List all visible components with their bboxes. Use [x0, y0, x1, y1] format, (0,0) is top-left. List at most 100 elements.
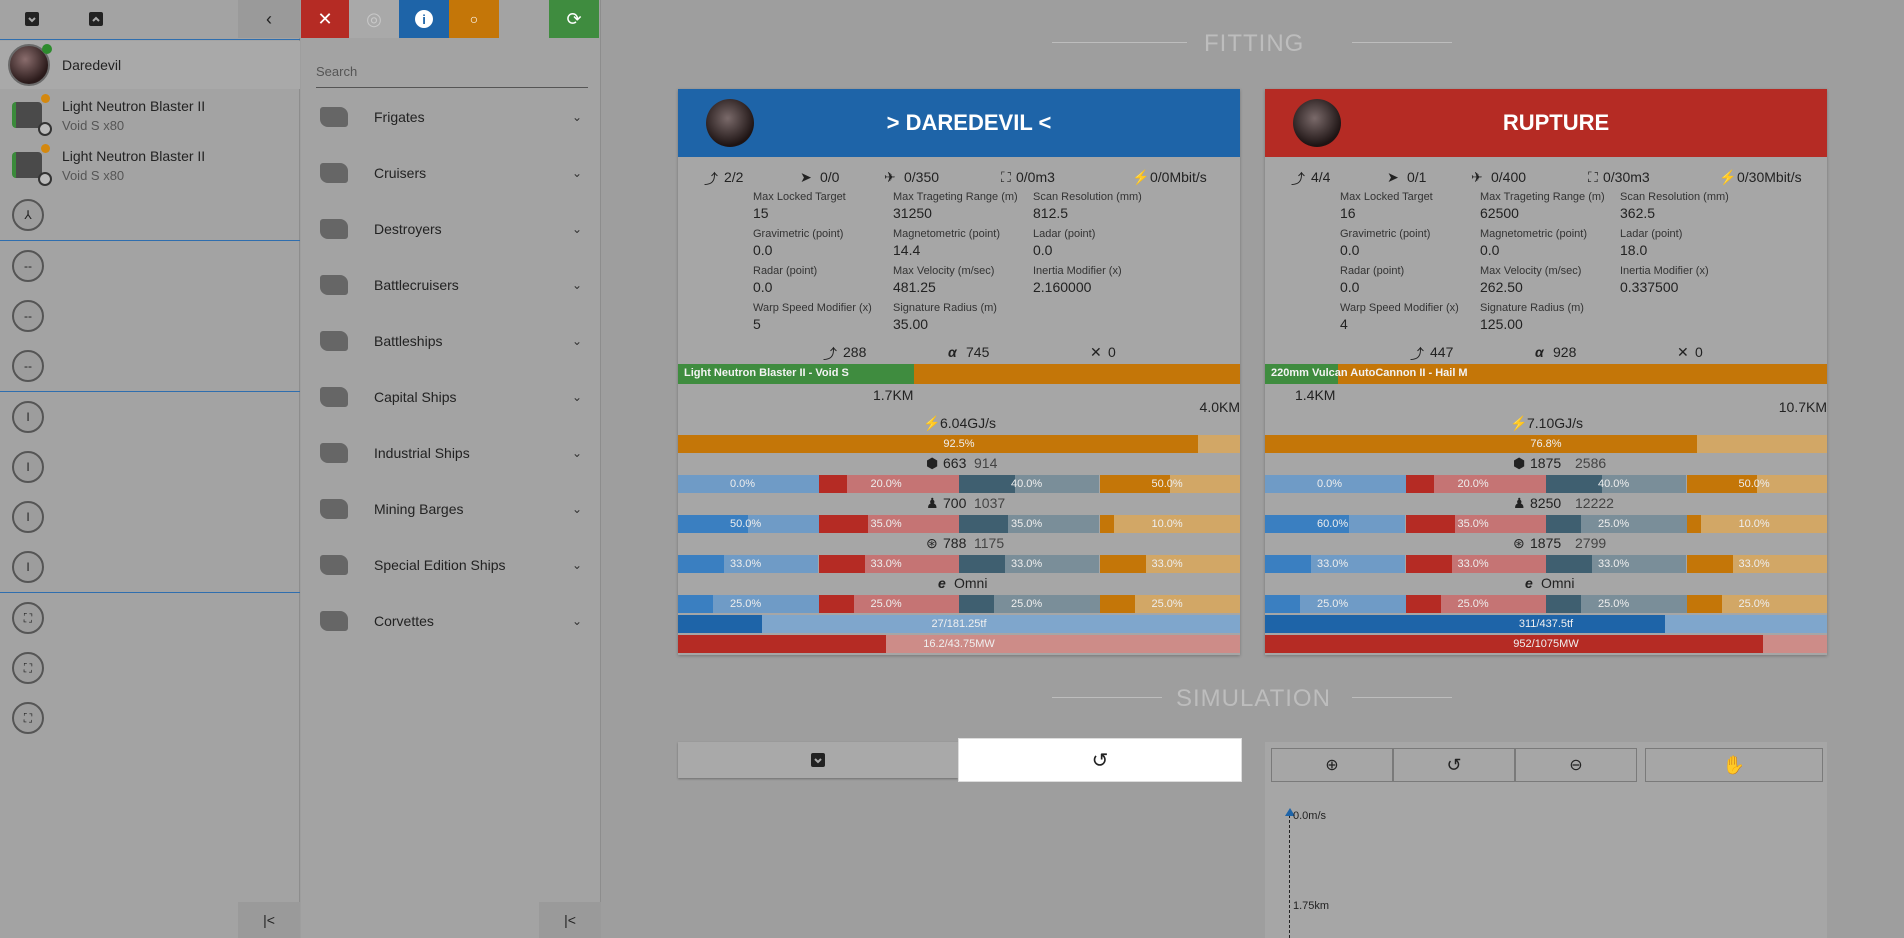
- stat-label: Ladar (point): [1033, 228, 1096, 240]
- mid-slot-2[interactable]: --: [0, 291, 300, 341]
- shield-ehp: 2586: [1575, 455, 1607, 471]
- turret-icon: ⤴: [1410, 346, 1424, 362]
- mid-slot-1[interactable]: --: [0, 241, 300, 291]
- stat-item: Gravimetric (point) 0.0: [753, 228, 843, 258]
- armor-hp: 8250: [1530, 495, 1562, 511]
- stat-item: Max Locked Target 16: [1340, 191, 1433, 221]
- mid-slot-3[interactable]: --: [0, 341, 300, 391]
- stat-value: 812.5: [1033, 205, 1069, 221]
- first-page-icon[interactable]: |<: [238, 902, 300, 938]
- power-bar: 952/1075MW: [1265, 635, 1827, 653]
- drone-bay: 0/400: [1491, 169, 1527, 185]
- info-icon: i: [415, 10, 433, 28]
- category-battlecruisers[interactable]: Battlecruisers ⌄: [312, 257, 590, 313]
- archive-down-icon[interactable]: [14, 0, 50, 38]
- stat-value: 481.25: [893, 279, 936, 295]
- zoom-out-button[interactable]: ⊖: [1515, 748, 1637, 782]
- drone-dps-value: 0: [1108, 344, 1116, 360]
- low-slot-4[interactable]: I: [0, 542, 300, 592]
- stat-item: Inertia Modifier (x) 0.337500: [1620, 265, 1709, 295]
- resist-pct: 33.0%: [730, 558, 762, 570]
- refresh-button[interactable]: ⟳: [549, 0, 599, 38]
- sync-icon: ⟳: [566, 8, 582, 29]
- resist-fill: [1265, 555, 1312, 573]
- target-icon: ◎: [366, 8, 382, 29]
- stat-value: 4: [1340, 316, 1348, 332]
- category-capital-ships[interactable]: Capital Ships ⌄: [312, 369, 590, 425]
- resist-remaining: [846, 475, 959, 493]
- stat-value: 14.4: [893, 242, 921, 258]
- sim-save-button[interactable]: [678, 742, 958, 778]
- ship-card: > DAREDEVIL < ⤴ 2/2 ➤ 0/0 ✈ 0/350 ⛶ 0/0m3 ⚡ 0…: [678, 89, 1240, 655]
- high-slot-2[interactable]: Light Neutron Blaster II Void S x80: [0, 141, 300, 189]
- stat-value: 125.00: [1480, 316, 1523, 332]
- sim-reset-button[interactable]: ↺: [958, 738, 1242, 782]
- close-button[interactable]: ✕: [301, 0, 349, 38]
- category-industrial-ships[interactable]: Industrial Ships ⌄: [312, 425, 590, 481]
- stat-label: Max Trageting Range (m): [893, 191, 1018, 203]
- hull-ehp: 2799: [1575, 535, 1607, 551]
- ship-icon: [320, 163, 348, 183]
- first-page-icon[interactable]: |<: [539, 902, 601, 938]
- rig-slot-icon: ⛶: [12, 602, 44, 634]
- capacitor-rate: 7.10GJ/s: [1527, 415, 1584, 431]
- reset-zoom-button[interactable]: ↺: [1393, 748, 1515, 782]
- weapon-label: Light Neutron Blaster II - Void S: [684, 367, 849, 379]
- ship-title[interactable]: RUPTURE: [1265, 110, 1827, 136]
- turret-count: 2/2: [724, 169, 744, 185]
- pan-button[interactable]: ✋: [1645, 748, 1823, 782]
- chevron-down-icon: ⌄: [571, 446, 582, 460]
- category-frigates[interactable]: Frigates ⌄: [312, 89, 590, 145]
- turret-icon: ⤴: [823, 346, 837, 362]
- module-name: Light Neutron Blaster II: [62, 97, 206, 114]
- resist-pct: 25.0%: [1151, 598, 1183, 610]
- shield-hp: 1875: [1530, 455, 1562, 471]
- weapon-range-bar[interactable]: Light Neutron Blaster II - Void S: [678, 364, 1240, 384]
- rig-slot-1[interactable]: ⛶: [0, 593, 300, 643]
- archive-up-icon[interactable]: [78, 0, 114, 38]
- drone-capacity: 0/0m3: [1016, 169, 1055, 185]
- category-label: Battleships: [374, 333, 443, 349]
- ship-title[interactable]: > DAREDEVIL <: [678, 110, 1240, 136]
- info-button[interactable]: i: [399, 0, 449, 38]
- high-slot-1[interactable]: Light Neutron Blaster II Void S x80: [0, 91, 300, 139]
- category-battleships[interactable]: Battleships ⌄: [312, 313, 590, 369]
- launcher-icon: ➤: [1387, 169, 1399, 185]
- rig-slot-2[interactable]: ⛶: [0, 643, 300, 693]
- falloff-range: 4.0KM: [1199, 399, 1240, 415]
- category-corvettes[interactable]: Corvettes ⌄: [312, 593, 590, 649]
- high-slot-empty[interactable]: ⅄: [0, 191, 300, 239]
- weapon-range-bar[interactable]: 220mm Vulcan AutoCannon II - Hail M: [1265, 364, 1827, 384]
- low-slot-3[interactable]: I: [0, 492, 300, 542]
- circle-button[interactable]: ○: [449, 0, 499, 38]
- category-special-edition-ships[interactable]: Special Edition Ships ⌄: [312, 537, 590, 593]
- resist-pct: 25.0%: [1598, 598, 1630, 610]
- resist-fill: [818, 595, 854, 613]
- hull-icon: ⊛: [926, 535, 938, 551]
- stat-item: Inertia Modifier (x) 2.160000: [1033, 265, 1122, 295]
- search-field[interactable]: Search: [316, 56, 588, 88]
- resist-remaining: [1581, 595, 1687, 613]
- zoom-in-button[interactable]: ⊕: [1271, 748, 1393, 782]
- ship-slot[interactable]: Daredevil: [0, 41, 300, 89]
- resist-pct: 25.0%: [1598, 518, 1630, 530]
- ship-portrait: [1293, 99, 1341, 147]
- low-slot-2[interactable]: I: [0, 442, 300, 492]
- category-cruisers[interactable]: Cruisers ⌄: [312, 145, 590, 201]
- disabled-button[interactable]: ◎: [349, 0, 399, 38]
- shield-resist-bar: 0.0% 20.0% 40.0% 50.0%: [1265, 475, 1827, 493]
- rig-slot-3[interactable]: ⛶: [0, 693, 300, 743]
- distance-label: 1.75km: [1293, 900, 1330, 912]
- power-bar: 16.2/43.75MW: [678, 635, 1240, 653]
- category-destroyers[interactable]: Destroyers ⌄: [312, 201, 590, 257]
- fitting-title: FITTING: [1204, 30, 1305, 57]
- stat-value: 0.337500: [1620, 279, 1679, 295]
- armor-ehp: 12222: [1575, 495, 1614, 511]
- stat-item: Max Trageting Range (m) 62500: [1480, 191, 1605, 221]
- stat-value: 0.0: [1340, 279, 1360, 295]
- collapse-panel-button[interactable]: ‹: [238, 0, 300, 38]
- category-mining-barges[interactable]: Mining Barges ⌄: [312, 481, 590, 537]
- low-slot-1[interactable]: I: [0, 392, 300, 442]
- launcher-count: 0/1: [1407, 169, 1427, 185]
- chevron-down-icon: ⌄: [571, 390, 582, 404]
